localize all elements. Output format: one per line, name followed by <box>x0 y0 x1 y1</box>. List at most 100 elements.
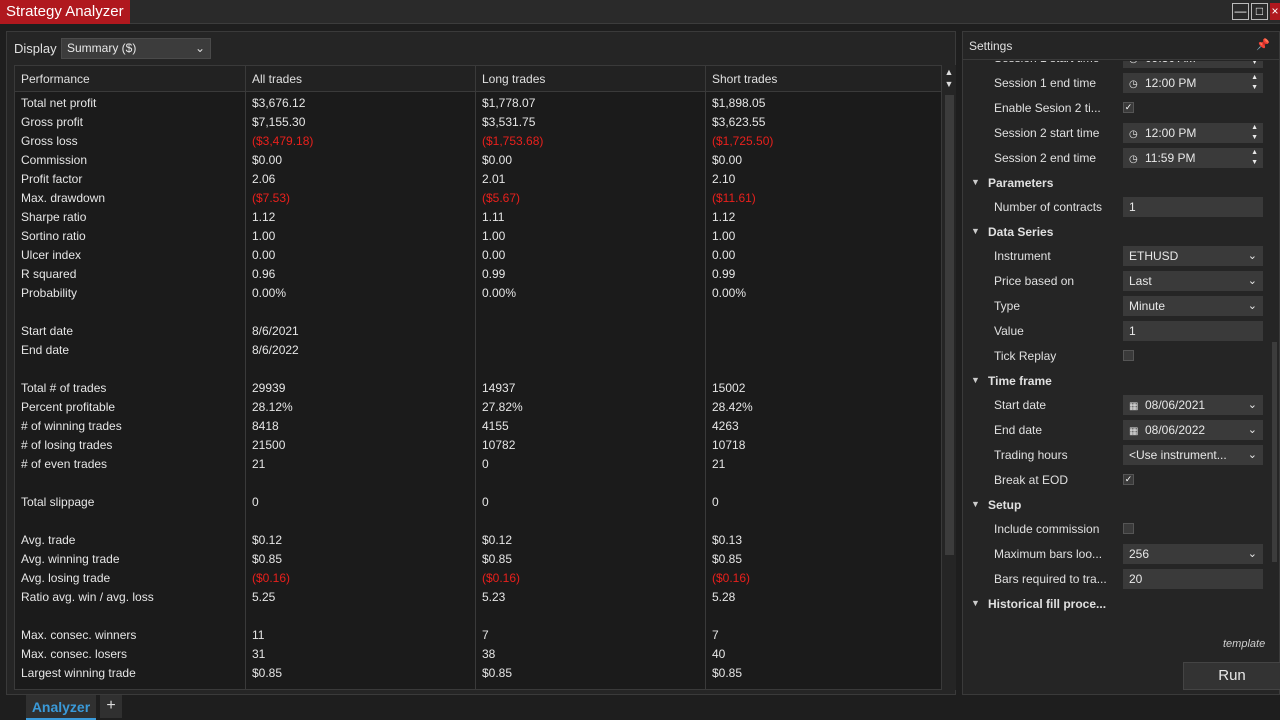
setting-label: Session 1 end time <box>994 76 1097 90</box>
display-select[interactable]: Summary ($) ⌄ <box>61 38 211 59</box>
collapse-chevron-icon[interactable]: ▼ <box>971 177 980 187</box>
setting-checkbox[interactable] <box>1123 350 1134 361</box>
setting-input[interactable]: ◷ 12:00 PM ▲ ▼ <box>1123 123 1263 143</box>
setting-label: Number of contracts <box>994 200 1103 214</box>
table-row: Total slippage 0 0 0 <box>15 493 941 512</box>
collapse-chevron-icon[interactable]: ▼ <box>971 499 980 509</box>
setting-bars-required-to-tra: Bars required to tra... 20 <box>963 568 1273 592</box>
spinner-icon[interactable]: ▲▼ <box>1251 148 1258 168</box>
setting-price-based-on: Price based on Last ⌄ <box>963 270 1273 294</box>
setting-checkbox[interactable] <box>1123 523 1134 534</box>
pin-icon[interactable]: 📌 <box>1256 38 1270 51</box>
row-label: # of losing trades <box>21 438 113 452</box>
setting-tick-replay: Tick Replay <box>963 345 1273 369</box>
grid-scrollbar[interactable]: ▲ ▼ <box>942 65 956 690</box>
setting-input[interactable]: ◷ 11:59 PM ▲ ▼ <box>1123 148 1263 168</box>
collapse-chevron-icon[interactable]: ▼ <box>971 226 980 236</box>
setting-label: Maximum bars loo... <box>994 547 1103 561</box>
table-row: Percent profitable 28.12% 27.82% 28.42% <box>15 398 941 417</box>
long-trades-value: $1,778.07 <box>482 96 536 110</box>
short-trades-value: 15002 <box>712 381 746 395</box>
short-trades-value: $0.00 <box>712 153 743 167</box>
row-label: Gross profit <box>21 115 84 129</box>
performance-panel: Display Summary ($) ⌄ Performance All tr… <box>6 31 956 695</box>
short-trades-value: $3,623.55 <box>712 115 766 129</box>
row-label: End date <box>21 343 70 357</box>
setting-dropdown[interactable]: Last ⌄ <box>1123 271 1263 291</box>
all-trades-value: 8/6/2022 <box>252 343 299 357</box>
setting-value: 12:00 PM <box>1145 126 1197 140</box>
setting-label: Bars required to tra... <box>994 572 1107 586</box>
all-trades-value: 28.12% <box>252 400 293 414</box>
short-trades-value: $0.13 <box>712 533 743 547</box>
column-header-short-trades[interactable]: Short trades <box>706 66 935 92</box>
setting-input[interactable]: 1 <box>1123 197 1263 217</box>
settings-scrollbar[interactable] <box>1272 342 1277 562</box>
all-trades-value: 5.25 <box>252 590 276 604</box>
setting-dropdown[interactable]: ETHUSD ⌄ <box>1123 246 1263 266</box>
setting-value: 08/06/2022 <box>1145 423 1206 437</box>
collapse-chevron-icon[interactable]: ▼ <box>971 598 980 608</box>
setting-dropdown[interactable]: Minute ⌄ <box>1123 296 1263 316</box>
scrollbar-thumb[interactable] <box>945 95 954 555</box>
scroll-up-icon[interactable]: ▲ <box>942 67 956 77</box>
setting-input[interactable]: 1 <box>1123 321 1263 341</box>
spinner-icon[interactable]: ▲▼ <box>1251 73 1258 93</box>
short-trades-value: 5.28 <box>712 590 736 604</box>
all-trades-value: $0.85 <box>252 666 283 680</box>
maximize-icon[interactable]: □ <box>1251 3 1268 20</box>
settings-group-label[interactable]: Time frame <box>988 374 1052 388</box>
spinner-icon[interactable]: ▲▼ <box>1251 61 1258 68</box>
all-trades-value: $0.85 <box>252 552 283 566</box>
all-trades-value: $0.12 <box>252 533 283 547</box>
setting-dropdown[interactable]: 256 ⌄ <box>1123 544 1263 564</box>
long-trades-value: $0.85 <box>482 666 513 680</box>
long-trades-value: $0.85 <box>482 552 513 566</box>
all-trades-value: 1.00 <box>252 229 276 243</box>
tab-analyzer[interactable]: Analyzer <box>26 695 96 720</box>
setting-value: Minute <box>1129 299 1166 313</box>
table-row <box>15 303 941 322</box>
column-header-long-trades[interactable]: Long trades <box>476 66 705 92</box>
setting-input[interactable]: ◷ 12:00 PM ▲ ▼ <box>1123 73 1263 93</box>
setting-start-date: Start date ▦ 08/06/2021 ⌄ <box>963 394 1273 418</box>
add-tab-button[interactable]: + <box>100 695 122 718</box>
setting-checkbox[interactable]: ✓ <box>1123 102 1134 113</box>
run-button[interactable]: Run <box>1183 662 1280 690</box>
setting-value: 11:59 PM <box>1145 151 1196 165</box>
spinner-icon[interactable]: ▲▼ <box>1251 123 1258 143</box>
setting-include-commission: Include commission <box>963 518 1273 542</box>
settings-group-label[interactable]: Setup <box>988 498 1021 512</box>
settings-group-label[interactable]: Historical fill proce... <box>988 597 1106 611</box>
short-trades-value: 0.00 <box>712 248 736 262</box>
long-trades-value: 0 <box>482 495 489 509</box>
long-trades-value: $0.12 <box>482 533 513 547</box>
display-select-value: Summary ($) <box>67 41 137 55</box>
setting-checkbox[interactable]: ✓ <box>1123 474 1134 485</box>
minimize-icon[interactable]: — <box>1232 3 1249 20</box>
template-link[interactable]: template <box>1223 638 1265 650</box>
settings-group-label[interactable]: Data Series <box>988 225 1053 239</box>
setting-dropdown[interactable]: ▦ 08/06/2021 ⌄ <box>1123 395 1263 415</box>
table-row <box>15 360 941 379</box>
long-trades-value: ($0.16) <box>482 571 521 585</box>
table-row <box>15 474 941 493</box>
clock-icon: ◷ <box>1129 129 1138 140</box>
scroll-down-icon[interactable]: ▼ <box>942 79 956 89</box>
long-trades-value: ($5.67) <box>482 191 521 205</box>
settings-group-label[interactable]: Parameters <box>988 176 1053 190</box>
close-icon[interactable]: × <box>1270 3 1280 20</box>
row-label: Total # of trades <box>21 381 107 395</box>
row-label: Commission <box>21 153 88 167</box>
setting-input[interactable]: 20 <box>1123 569 1263 589</box>
row-label: Percent profitable <box>21 400 116 414</box>
setting-input[interactable]: ◷ 09:30 AM ▲▼ <box>1123 61 1263 68</box>
setting-label: Type <box>994 299 1021 313</box>
column-header-all-trades[interactable]: All trades <box>246 66 475 92</box>
collapse-chevron-icon[interactable]: ▼ <box>971 375 980 385</box>
window-controls: — □ × <box>1232 3 1280 20</box>
all-trades-value: 29939 <box>252 381 286 395</box>
setting-dropdown[interactable]: ▦ 08/06/2022 ⌄ <box>1123 420 1263 440</box>
column-header-performance[interactable]: Performance <box>15 66 245 92</box>
setting-dropdown[interactable]: <Use instrument... ⌄ <box>1123 445 1263 465</box>
